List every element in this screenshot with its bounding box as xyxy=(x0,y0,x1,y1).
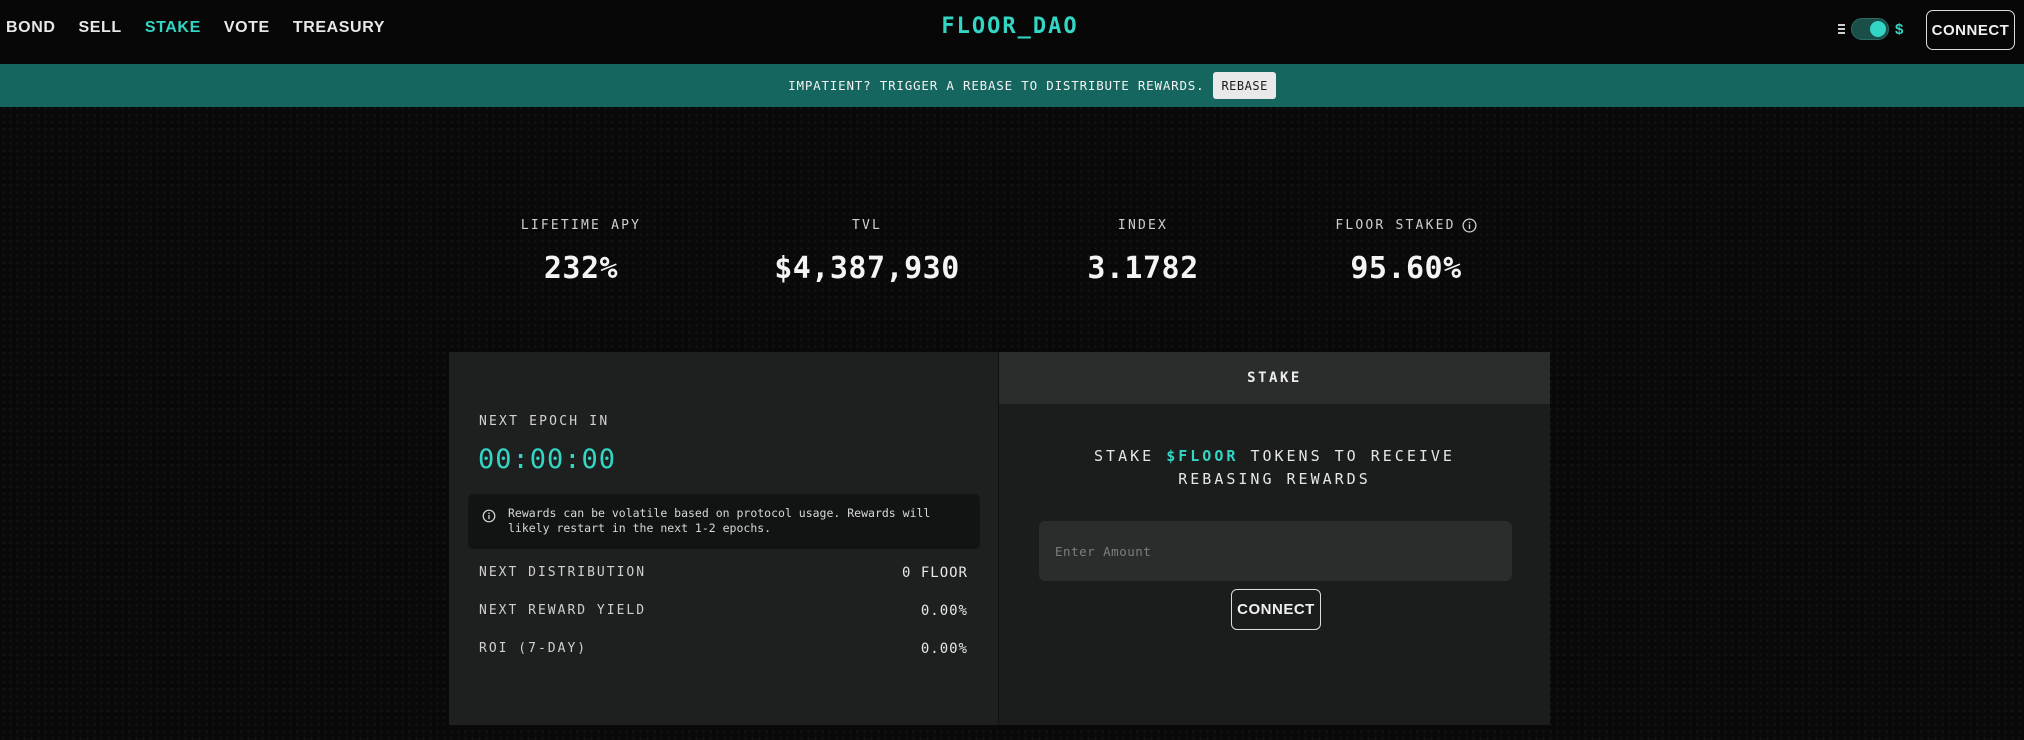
toggle-knob xyxy=(1870,21,1886,37)
currency-toggle[interactable] xyxy=(1851,18,1889,40)
banner-text: IMPATIENT? TRIGGER A REBASE TO DISTRIBUT… xyxy=(788,78,1205,93)
epoch-label: NEXT EPOCH IN xyxy=(479,414,610,429)
stake-heading-prefix: STAKE xyxy=(1094,447,1155,465)
nav-item-bond[interactable]: BOND xyxy=(6,19,56,37)
stake-connect-button[interactable]: CONNECT xyxy=(1231,589,1321,630)
stake-heading: STAKE $FLOOR TOKENS TO RECEIVE REBASING … xyxy=(999,445,1550,491)
stat-floor-staked: FLOOR STAKED 95.60% xyxy=(1286,214,1526,286)
stake-panel: STAKE STAKE $FLOOR TOKENS TO RECEIVE REB… xyxy=(999,352,1550,725)
stat-label-group: FLOOR STAKED xyxy=(1335,218,1477,233)
notice-text: Rewards can be volatile based on protoco… xyxy=(508,506,931,535)
rewards-notice: Rewards can be volatile based on protoco… xyxy=(468,494,980,549)
nav-item-vote[interactable]: VOTE xyxy=(224,19,270,37)
stake-heading-suffix: TOKENS TO RECEIVE xyxy=(1250,447,1455,465)
main-nav: BOND SELL STAKE VOTE TREASURY xyxy=(6,19,385,37)
row-value: 0.00% xyxy=(920,641,968,657)
info-icon xyxy=(482,509,496,527)
dollar-sign: $ xyxy=(1895,20,1904,38)
stat-value: 95.60% xyxy=(1350,251,1462,286)
nav-item-stake[interactable]: STAKE xyxy=(145,19,201,37)
nav-item-treasury[interactable]: TREASURY xyxy=(293,19,385,37)
rebase-banner: IMPATIENT? TRIGGER A REBASE TO DISTRIBUT… xyxy=(0,64,2024,107)
reward-row-next-reward-yield: NEXT REWARD YIELD 0.00% xyxy=(479,603,968,619)
stat-index: INDEX 3.1782 xyxy=(1023,214,1263,286)
epoch-panel: NEXT EPOCH IN 00:00:00 Rewards can be vo… xyxy=(449,352,998,725)
tab-stake[interactable]: STAKE xyxy=(999,352,1550,404)
logo[interactable]: FLOOR_DAO xyxy=(930,14,1090,39)
rebase-button[interactable]: REBASE xyxy=(1213,72,1276,99)
amount-input[interactable] xyxy=(1039,521,1512,581)
connect-button[interactable]: CONNECT xyxy=(1926,10,2015,50)
nav-item-sell[interactable]: SELL xyxy=(79,19,122,37)
epoch-timer: 00:00:00 xyxy=(478,444,617,475)
reward-row-next-distribution: NEXT DISTRIBUTION 0 FLOOR xyxy=(479,565,968,581)
reward-row-roi: ROI (7-DAY) 0.00% xyxy=(479,641,968,657)
stat-tvl: TVL $4,387,930 xyxy=(747,214,987,286)
stat-lifetime-apy: LIFETIME APY 232% xyxy=(461,214,701,286)
row-value: 0.00% xyxy=(920,603,968,619)
stat-label: TVL xyxy=(851,218,883,233)
stat-label: FLOOR STAKED xyxy=(1335,218,1456,233)
row-label: ROI (7-DAY) xyxy=(479,641,588,656)
row-label: NEXT REWARD YIELD xyxy=(479,603,647,618)
stake-heading-token: $FLOOR xyxy=(1166,447,1239,465)
stat-value: 232% xyxy=(543,251,619,286)
stat-value: 3.1782 xyxy=(1087,251,1199,286)
currency-toggle-group: $ xyxy=(1838,18,1903,40)
info-icon[interactable] xyxy=(1462,218,1477,233)
row-label: NEXT DISTRIBUTION xyxy=(479,565,647,580)
stat-label: INDEX xyxy=(1117,218,1169,233)
row-value: 0 FLOOR xyxy=(901,565,968,581)
stat-value: $4,387,930 xyxy=(774,251,960,286)
stat-label: LIFETIME APY xyxy=(520,218,642,233)
list-icon xyxy=(1838,24,1845,34)
top-bar: BOND SELL STAKE VOTE TREASURY FLOOR_DAO … xyxy=(0,0,2024,64)
stake-heading-line2: REBASING REWARDS xyxy=(1178,470,1371,488)
